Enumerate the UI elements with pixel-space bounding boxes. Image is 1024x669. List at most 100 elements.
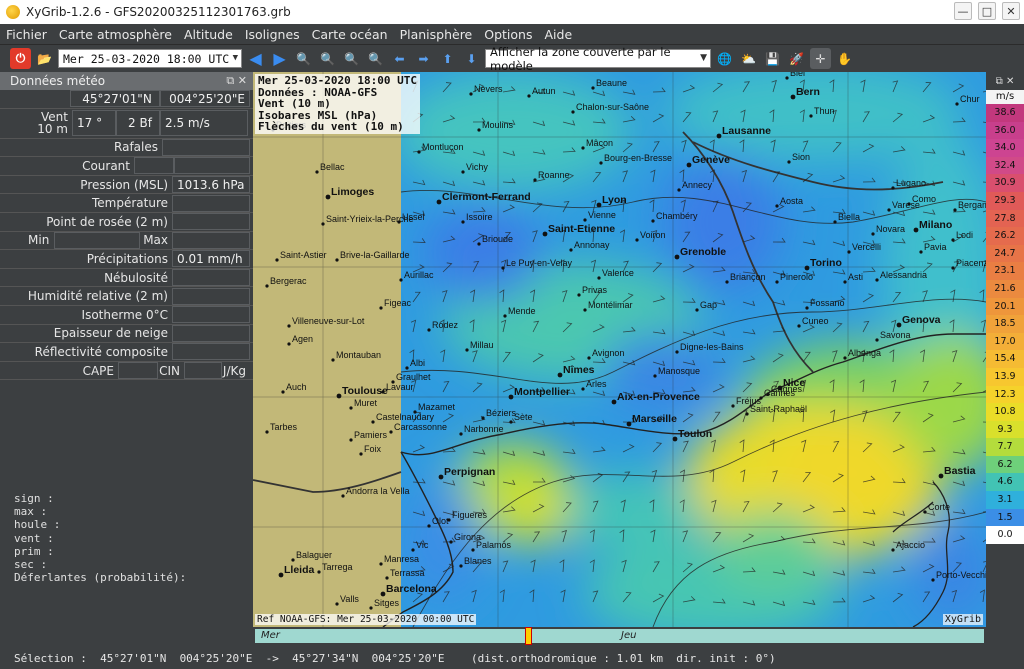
crosshair-icon[interactable]: ✛: [810, 48, 831, 69]
maximize-button[interactable]: □: [978, 2, 996, 20]
wave-line: sign :: [14, 492, 54, 505]
window-titlebar: XyGrib-1.2.6 - GFS20200325112301763.grb …: [0, 0, 1024, 24]
rocket-icon[interactable]: 🚀: [786, 48, 807, 69]
city-dot: [509, 420, 513, 424]
temperature-row: Température: [0, 194, 253, 213]
city-label: Rodez: [432, 320, 459, 330]
snow-row: Epaisseur de neige: [0, 324, 253, 344]
isotherm-value: [172, 306, 250, 324]
pan-left-icon[interactable]: ⬅: [389, 48, 410, 69]
city-dot: [411, 548, 415, 552]
city-label: Perpignan: [444, 466, 495, 478]
chevron-down-icon: ▼: [232, 53, 238, 63]
city-label: Mende: [508, 306, 536, 316]
date-select[interactable]: Mer 25-03-2020 18:00 UTC ▼: [58, 49, 242, 68]
next-arrow-icon[interactable]: ▶: [269, 48, 290, 69]
city-label: Villeneuve-sur-Lot: [292, 316, 365, 326]
city-dot: [805, 306, 809, 310]
time-slider[interactable]: Mer Jeu: [253, 627, 1024, 648]
pan-down-icon[interactable]: ⬇: [461, 48, 482, 69]
menu-fichier[interactable]: Fichier: [0, 27, 53, 42]
city-dot: [596, 202, 602, 208]
menu-isolignes[interactable]: Isolignes: [239, 27, 306, 42]
current-value-2: [174, 157, 250, 175]
city-label: Narbonne: [464, 424, 504, 434]
city-label: Palamós: [476, 540, 512, 550]
city-label: Biel: [790, 72, 805, 78]
city-dot: [341, 494, 345, 498]
pressure-row: Pression (MSL) 1013.6 hPa: [0, 176, 253, 195]
menu-aide[interactable]: Aide: [538, 27, 578, 42]
city-label: Bellac: [320, 162, 345, 172]
city-dot: [542, 231, 548, 237]
city-label: Agen: [292, 334, 313, 344]
city-label: Bergame: [958, 200, 986, 210]
menu-carte-ocean[interactable]: Carte océan: [306, 27, 394, 42]
city-dot: [587, 356, 591, 360]
city-label: Andorra la Vella: [346, 486, 410, 496]
city-label: Issoire: [466, 212, 493, 222]
menu-carte-atmosphere[interactable]: Carte atmosphère: [53, 27, 178, 42]
city-label: Digne-les-Bains: [680, 342, 744, 352]
city-dot: [527, 94, 531, 98]
city-label: Blanes: [464, 556, 492, 566]
pan-up-icon[interactable]: ⬆: [437, 48, 458, 69]
chevron-down-icon: ▼: [700, 53, 707, 63]
hand-icon[interactable]: ✋: [834, 48, 855, 69]
city-dot: [265, 430, 269, 434]
open-file-icon[interactable]: 📂: [34, 48, 55, 69]
city-dot: [725, 280, 729, 284]
city-label: Sète: [514, 412, 533, 422]
reflectivity-row: Réflectivité composite: [0, 343, 253, 362]
city-dot: [677, 188, 681, 192]
city-dot: [871, 232, 875, 236]
globe-icon[interactable]: 🌐: [714, 48, 735, 69]
power-icon[interactable]: ⏻: [10, 48, 31, 69]
scale-step: 10.8: [986, 403, 1024, 421]
zoom-selection-icon[interactable]: 🔍: [341, 48, 362, 69]
wind-beaufort-value: 2 Bf: [116, 110, 160, 137]
city-dot: [695, 308, 699, 312]
pan-right-icon[interactable]: ➡: [413, 48, 434, 69]
minimize-button[interactable]: —: [954, 2, 972, 20]
time-slider-handle[interactable]: [525, 627, 532, 645]
menu-planisphere[interactable]: Planisphère: [394, 27, 479, 42]
download-icon[interactable]: ⛅: [738, 48, 759, 69]
close-button[interactable]: ✕: [1002, 2, 1020, 20]
wave-line: houle :: [14, 518, 61, 532]
city-dot: [459, 432, 463, 436]
previous-arrow-icon[interactable]: ◀: [245, 48, 266, 69]
precipitation-label: Précipitations: [86, 251, 168, 266]
menu-options[interactable]: Options: [478, 27, 538, 42]
city-label: Graulhet: [396, 372, 431, 382]
city-label: Lleida: [284, 564, 315, 576]
time-slider-track[interactable]: Mer Jeu: [255, 629, 984, 643]
cape-row: CAPE CIN J/Kg: [0, 362, 253, 381]
map-canvas[interactable]: Clermont-Ferrand Lyon Saint-Etienne Genève L…: [253, 72, 986, 627]
zoom-all-icon[interactable]: 🔍: [365, 48, 386, 69]
wave-line: max :: [14, 505, 48, 519]
menu-altitude[interactable]: Altitude: [178, 27, 239, 42]
gusts-value: [162, 138, 250, 156]
toolbar: ⏻ 📂 Mer 25-03-2020 18:00 UTC ▼ ◀ ▶ 🔍 🔍 🔍…: [0, 45, 1024, 73]
scale-step: 30.9: [986, 174, 1024, 192]
cape-value: [118, 362, 158, 380]
zone-select[interactable]: Afficher la zone couverte par le modèle …: [485, 45, 711, 73]
city-dot: [557, 372, 563, 378]
city-dot: [287, 324, 291, 328]
isotherm-label: Isotherme 0°C: [81, 307, 168, 322]
scale-step: 12.3: [986, 385, 1024, 404]
scale-header-icon[interactable]: ⧉ ✕: [986, 72, 1024, 90]
humidity-row: Humidité relative (2 m): [0, 287, 253, 306]
city-dot: [381, 390, 385, 394]
city-dot: [335, 258, 339, 262]
save-icon[interactable]: 💾: [762, 48, 783, 69]
weather-map[interactable]: Clermont-Ferrand Lyon Saint-Etienne Genève L…: [253, 72, 986, 627]
cin-label: CIN: [159, 363, 180, 378]
zoom-out-icon[interactable]: 🔍: [317, 48, 338, 69]
zoom-in-icon[interactable]: 🔍: [293, 48, 314, 69]
city-label: Annecy: [682, 180, 713, 190]
max-value: [172, 231, 250, 249]
panel-float-icon[interactable]: ⧉ ✕: [226, 74, 247, 88]
reflectivity-label: Réflectivité composite: [34, 344, 168, 359]
